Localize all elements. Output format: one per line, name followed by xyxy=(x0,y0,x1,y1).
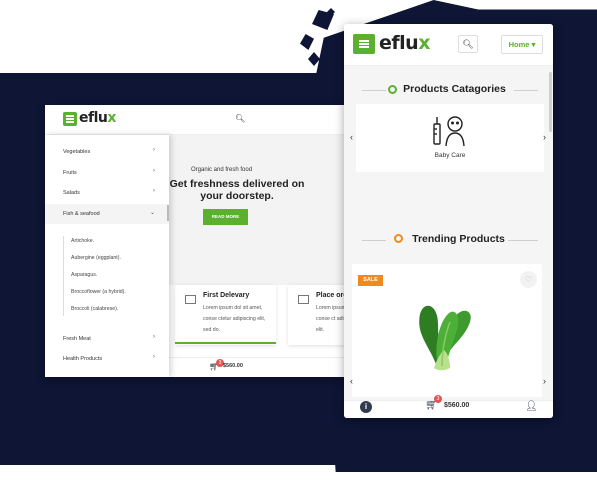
cart-count-badge: 3 xyxy=(434,395,442,403)
search-icon[interactable]: 🔍︎ xyxy=(235,114,245,123)
mobile-scrollbar[interactable] xyxy=(549,72,552,132)
feature-body: Lorem ipsum dol sit amet, conse ctetur a… xyxy=(203,305,266,333)
chevron-left-icon[interactable]: ‹ xyxy=(350,376,353,386)
category-item[interactable]: Fruits › xyxy=(45,163,169,183)
chevron-right-icon: › xyxy=(153,188,155,194)
chevron-right-icon: › xyxy=(153,168,155,174)
trending-title: Trending Products xyxy=(412,233,505,245)
chevron-down-icon: ⌄ xyxy=(149,210,155,216)
bok-choy-product-image xyxy=(419,305,471,371)
feature-card: First Delevary Lorem ipsum dol sit amet,… xyxy=(175,285,276,345)
submenu-item[interactable]: Aubergine (eggplant). xyxy=(71,255,121,261)
cart-total: $560.00 xyxy=(444,402,470,409)
logo[interactable]: eflux xyxy=(79,110,116,126)
logo[interactable]: eflux xyxy=(379,32,430,54)
info-icon[interactable]: i xyxy=(360,401,372,413)
category-item[interactable]: Salads › xyxy=(45,183,169,203)
user-icon[interactable]: 👤︎ xyxy=(525,401,538,412)
hero-kicker: Organic and fresh food xyxy=(191,167,253,173)
submenu-item[interactable]: Broccoli (calabrese). xyxy=(71,306,118,312)
baby-care-icon xyxy=(433,116,465,147)
divider xyxy=(514,90,538,91)
background-shard xyxy=(308,52,320,66)
category-item[interactable]: Vegetables › xyxy=(45,142,169,162)
category-item[interactable]: Health Products › xyxy=(45,349,169,369)
wishlist-heart-icon[interactable]: ♡ xyxy=(520,271,537,288)
read-more-button[interactable]: READ MORE xyxy=(203,209,248,225)
desktop-header: eflux 🔍︎ xyxy=(45,105,366,135)
search-button[interactable]: 🔍︎ xyxy=(458,35,478,53)
chevron-right-icon[interactable]: › xyxy=(543,132,546,142)
caret-down-icon: ▾ xyxy=(531,40,536,49)
home-dropdown[interactable]: Home ▾ xyxy=(501,35,543,54)
feature-active-bar xyxy=(175,342,276,344)
submenu-item[interactable]: Artichoke. xyxy=(71,238,94,244)
desktop-footer xyxy=(169,357,366,377)
desktop-mockup: eflux 🔍︎ Organic and fresh food Get fres… xyxy=(45,105,366,377)
cart-total: $560.00 xyxy=(223,363,243,369)
submenu-item[interactable]: Broccoflower (a hybrid). xyxy=(71,289,126,295)
categories-title: Products Catagories xyxy=(403,83,506,95)
search-icon: 🔍︎ xyxy=(462,39,474,49)
feature-title: First Delevary xyxy=(203,292,250,299)
hero-banner xyxy=(169,135,366,285)
divider xyxy=(508,240,538,241)
feature-title: Place orc xyxy=(316,292,348,299)
hero-title: Get freshness delivered on your doorstep… xyxy=(169,178,305,202)
delivery-icon xyxy=(185,295,196,304)
category-label[interactable]: Baby Care xyxy=(356,152,544,159)
chevron-right-icon[interactable]: › xyxy=(543,376,546,386)
sale-badge: SALE xyxy=(358,275,383,286)
sidebar-scrollbar[interactable] xyxy=(167,205,169,221)
category-item-active[interactable]: Fish & seafood ⌄ xyxy=(45,204,169,224)
submenu-guide xyxy=(63,236,64,316)
menu-icon[interactable] xyxy=(63,112,77,126)
mobile-mockup: eflux 🔍︎ Home ▾ Products Catagories Baby… xyxy=(344,24,553,418)
category-sidebar: Vegetables › Fruits › Salads › Fish & se… xyxy=(45,135,169,377)
chevron-right-icon: › xyxy=(153,147,155,153)
chevron-left-icon[interactable]: ‹ xyxy=(350,132,353,142)
chevron-right-icon: › xyxy=(153,354,155,360)
order-icon xyxy=(298,295,309,304)
background-shard xyxy=(300,34,314,50)
category-item[interactable]: Fresh Meat › xyxy=(45,329,169,349)
mobile-header: eflux 🔍︎ Home ▾ xyxy=(344,24,553,66)
chevron-right-icon: › xyxy=(153,334,155,340)
menu-icon[interactable] xyxy=(353,34,375,54)
submenu-item[interactable]: Asparagus. xyxy=(71,272,97,278)
